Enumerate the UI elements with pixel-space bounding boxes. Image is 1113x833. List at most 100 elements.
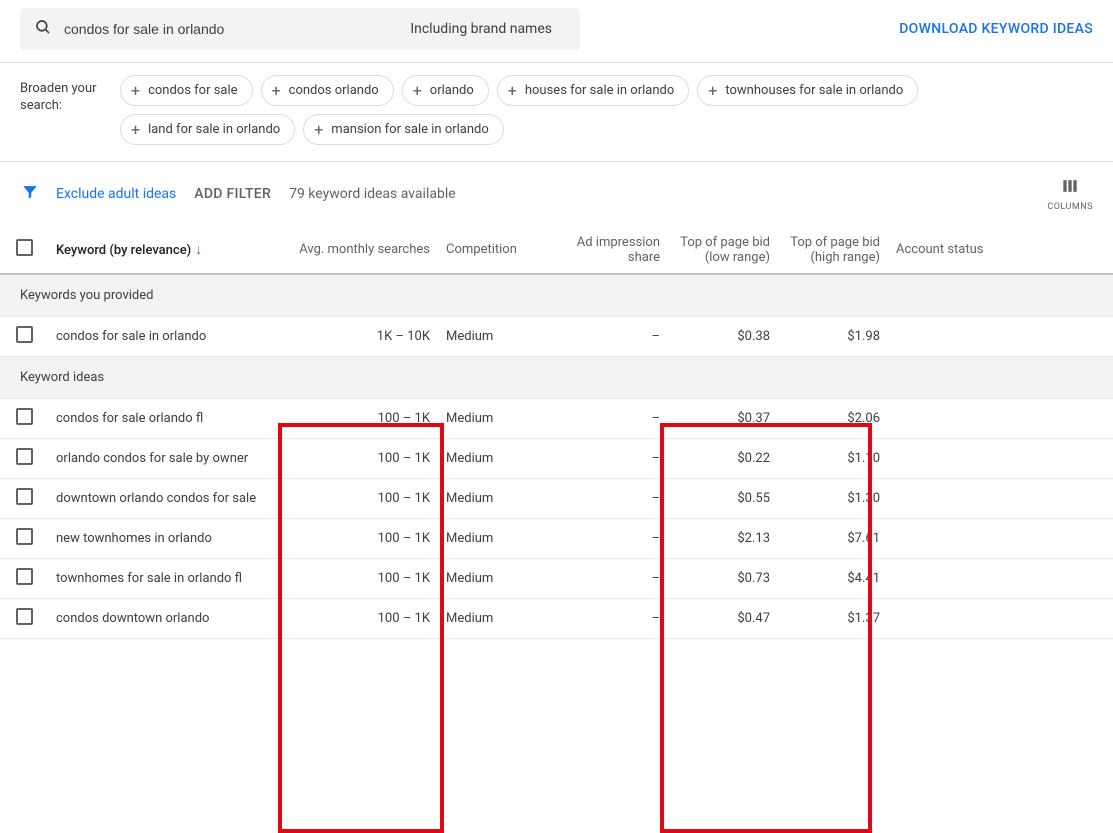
chip-label: houses for sale in orlando (525, 83, 674, 98)
cell-bid-high: $1.98 (778, 316, 888, 356)
chip-label: mansion for sale in orlando (331, 122, 489, 137)
cell-searches: 100 – 1K (278, 518, 438, 558)
cell-status (888, 478, 1113, 518)
cell-competition: Medium (438, 398, 568, 438)
cell-impression: – (568, 478, 668, 518)
row-checkbox[interactable] (16, 608, 33, 625)
exclude-adult-ideas-link[interactable]: Exclude adult ideas (56, 186, 176, 202)
column-header-searches[interactable]: Avg. monthly searches (278, 226, 438, 274)
broaden-chip[interactable]: +condos orlando (261, 75, 394, 106)
cell-bid-high: $4.41 (778, 558, 888, 598)
cell-bid-low: $0.73 (668, 558, 778, 598)
columns-label: COLUMNS (1047, 202, 1093, 212)
cell-competition: Medium (438, 316, 568, 356)
column-header-status[interactable]: Account status (888, 226, 1113, 274)
search-box[interactable]: Including brand names (20, 8, 580, 50)
filter-icon[interactable] (20, 182, 40, 206)
cell-impression: – (568, 316, 668, 356)
cell-bid-low: $0.37 (668, 398, 778, 438)
add-filter-button[interactable]: ADD FILTER (194, 186, 271, 202)
download-keyword-ideas-link[interactable]: DOWNLOAD KEYWORD IDEAS (899, 21, 1093, 37)
broaden-label: Broaden your search: (20, 75, 120, 145)
brand-names-toggle[interactable]: Including brand names (410, 21, 552, 37)
cell-searches: 100 – 1K (278, 558, 438, 598)
cell-keyword: new townhomes in orlando (48, 518, 278, 558)
row-checkbox[interactable] (16, 488, 33, 505)
ideas-count-label: 79 keyword ideas available (289, 186, 456, 202)
cell-searches: 100 – 1K (278, 438, 438, 478)
cell-keyword: condos for sale orlando fl (48, 398, 278, 438)
broaden-chip[interactable]: +houses for sale in orlando (497, 75, 690, 106)
broaden-chips: +condos for sale+condos orlando+orlando+… (120, 75, 1093, 145)
broaden-chip[interactable]: +townhouses for sale in orlando (697, 75, 918, 106)
row-checkbox[interactable] (16, 326, 33, 343)
table-row: townhomes for sale in orlando fl100 – 1K… (0, 558, 1113, 598)
table-row: condos for sale in orlando1K – 10KMedium… (0, 316, 1113, 356)
chip-label: condos orlando (289, 83, 379, 98)
cell-keyword: condos downtown orlando (48, 598, 278, 638)
cell-bid-high: $2.06 (778, 398, 888, 438)
broaden-chip[interactable]: + mansion for sale in orlando (303, 114, 504, 145)
section-header-row: Keyword ideas (0, 356, 1113, 398)
cell-keyword: downtown orlando condos for sale (48, 478, 278, 518)
cell-competition: Medium (438, 558, 568, 598)
chip-label: land for sale in orlando (148, 122, 280, 137)
table-row: new townhomes in orlando100 – 1KMedium–$… (0, 518, 1113, 558)
cell-impression: – (568, 598, 668, 638)
search-icon (34, 18, 64, 40)
table-row: orlando condos for sale by owner100 – 1K… (0, 438, 1113, 478)
row-checkbox[interactable] (16, 528, 33, 545)
plus-icon: + (131, 81, 140, 100)
cell-searches: 100 – 1K (278, 478, 438, 518)
select-all-checkbox[interactable] (16, 239, 33, 256)
cell-status (888, 398, 1113, 438)
row-checkbox[interactable] (16, 448, 33, 465)
column-header-bid-low[interactable]: Top of page bid (low range) (668, 226, 778, 274)
cell-bid-high: $1.30 (778, 478, 888, 518)
cell-searches: 100 – 1K (278, 398, 438, 438)
broaden-chip[interactable]: + orlando (402, 75, 489, 106)
plus-icon: + (413, 81, 422, 100)
columns-button[interactable]: COLUMNS (1047, 176, 1093, 212)
cell-competition: Medium (438, 518, 568, 558)
column-header-bid-high[interactable]: Top of page bid (high range) (778, 226, 888, 274)
chip-label: orlando (430, 83, 474, 98)
column-header-impression[interactable]: Ad impression share (568, 226, 668, 274)
plus-icon: + (131, 120, 140, 139)
sort-arrow-down-icon: ↓ (195, 242, 202, 258)
cell-impression: – (568, 558, 668, 598)
cell-competition: Medium (438, 598, 568, 638)
search-input[interactable] (64, 21, 410, 37)
table-row: condos for sale orlando fl100 – 1KMedium… (0, 398, 1113, 438)
cell-status (888, 518, 1113, 558)
cell-impression: – (568, 518, 668, 558)
broaden-chip[interactable]: +condos for sale (120, 75, 253, 106)
broaden-chip[interactable]: + land for sale in orlando (120, 114, 295, 145)
cell-impression: – (568, 438, 668, 478)
table-row: downtown orlando condos for sale100 – 1K… (0, 478, 1113, 518)
cell-bid-low: $0.38 (668, 316, 778, 356)
cell-impression: – (568, 398, 668, 438)
plus-icon: + (708, 81, 717, 100)
row-checkbox[interactable] (16, 568, 33, 585)
cell-bid-high: $1.37 (778, 598, 888, 638)
cell-status (888, 316, 1113, 356)
plus-icon: + (314, 120, 323, 139)
cell-keyword: condos for sale in orlando (48, 316, 278, 356)
cell-status (888, 558, 1113, 598)
row-checkbox[interactable] (16, 408, 33, 425)
table-row: condos downtown orlando100 – 1KMedium–$0… (0, 598, 1113, 638)
cell-bid-high: $1.10 (778, 438, 888, 478)
cell-bid-high: $7.61 (778, 518, 888, 558)
cell-bid-low: $2.13 (668, 518, 778, 558)
cell-bid-low: $0.22 (668, 438, 778, 478)
section-header-row: Keywords you provided (0, 274, 1113, 316)
cell-searches: 1K – 10K (278, 316, 438, 356)
column-header-competition[interactable]: Competition (438, 226, 568, 274)
cell-keyword: orlando condos for sale by owner (48, 438, 278, 478)
cell-searches: 100 – 1K (278, 598, 438, 638)
cell-bid-low: $0.55 (668, 478, 778, 518)
column-header-keyword[interactable]: Keyword (by relevance)↓ (48, 226, 278, 274)
cell-bid-low: $0.47 (668, 598, 778, 638)
cell-status (888, 438, 1113, 478)
